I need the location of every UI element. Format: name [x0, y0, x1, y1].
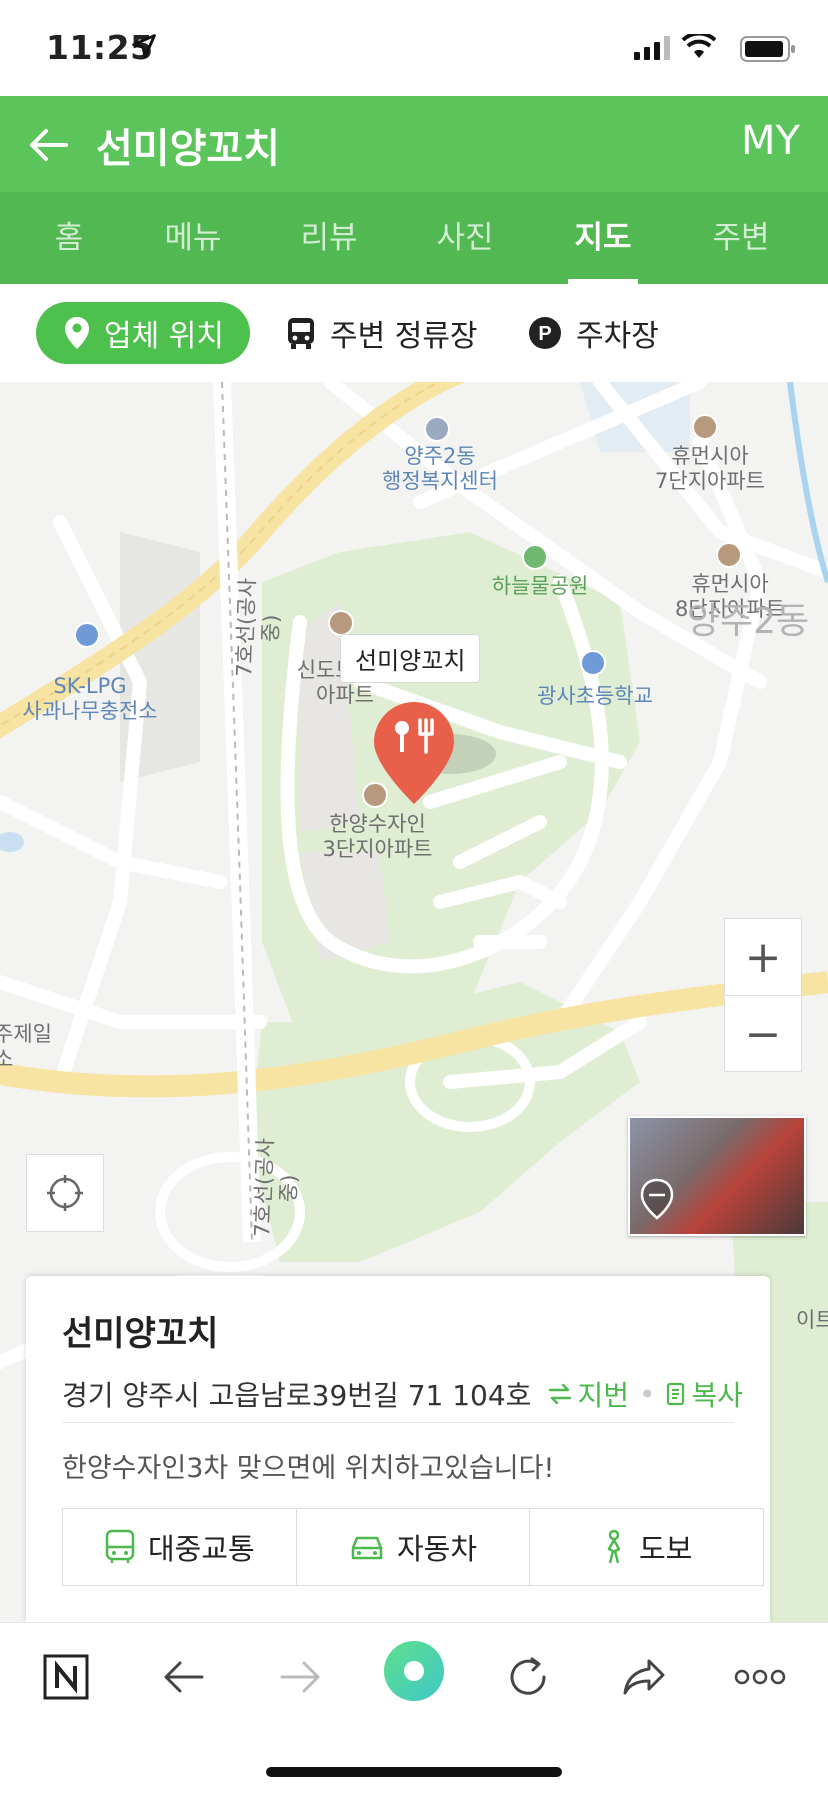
gas-station-icon: [74, 622, 100, 648]
government-office-icon: [424, 416, 450, 442]
signal-icon: [634, 36, 670, 60]
map-label-road: 7호선(공사중): [250, 1137, 302, 1238]
svg-text:P: P: [538, 323, 551, 345]
map-label-district: 양주2동: [686, 601, 810, 642]
park-icon: [522, 544, 548, 570]
tab-nearby[interactable]: 주변: [672, 192, 810, 284]
school-icon: [580, 650, 606, 676]
map-label-hyumun7: 휴먼시아 7단지아파트: [655, 444, 765, 493]
filter-place-location[interactable]: 업체 위치: [36, 302, 250, 364]
map-label-gwangsa-school: 광사초등학교: [537, 684, 653, 708]
apartment-icon: [716, 542, 742, 568]
my-button[interactable]: MY: [741, 118, 800, 164]
share-button[interactable]: [614, 1647, 674, 1707]
share-icon: [623, 1659, 665, 1695]
tab-menu[interactable]: 메뉴: [124, 192, 262, 284]
copy-icon: [667, 1382, 685, 1406]
route-label: 자동차: [396, 1532, 478, 1566]
route-car-button[interactable]: 자동차: [295, 1509, 530, 1585]
back-arrow-icon: [164, 1661, 204, 1693]
tab-review[interactable]: 리뷰: [260, 192, 398, 284]
pin-icon: [65, 317, 89, 349]
more-dots-icon: [734, 1669, 786, 1685]
forward-button[interactable]: [270, 1647, 330, 1707]
map-label-sk-lpg: SK-LPG 사과나무충전소: [22, 674, 158, 723]
battery-icon: [740, 36, 795, 62]
back-button[interactable]: [154, 1647, 214, 1707]
apartment-icon: [692, 414, 718, 440]
walk-icon: [607, 1529, 621, 1564]
wifi-icon: [682, 34, 716, 58]
place-name: 선미양꼬치: [62, 1314, 219, 1354]
filter-parking[interactable]: P 주차장: [528, 302, 659, 364]
tab-photo[interactable]: 사진: [396, 192, 534, 284]
map-label-edge-right: 이트: [796, 1308, 828, 1332]
lot-number-label: 지번: [577, 1379, 629, 1412]
crosshair-icon: [47, 1175, 83, 1211]
map-label-yangju2-office: 양주2동 행정복지센터: [382, 444, 498, 493]
copy-address-button[interactable]: 복사: [665, 1374, 743, 1414]
page-title: 선미양꼬치: [96, 126, 280, 172]
forward-arrow-icon: [280, 1661, 320, 1693]
route-label: 대중교통: [147, 1532, 255, 1566]
map-label-road: 7호선(공사중): [232, 577, 284, 678]
current-location-button[interactable]: [26, 1154, 104, 1232]
location-arrow-icon: [132, 34, 156, 58]
place-description: 한양수자인3차 맞으면에 위치하고있습니다!: [62, 1453, 555, 1484]
green-dot-button[interactable]: [382, 1639, 446, 1703]
restaurant-marker-icon[interactable]: [370, 700, 500, 820]
place-callout[interactable]: 선미양꼬치: [340, 634, 481, 683]
filter-bus-stops[interactable]: 주변 정류장: [286, 302, 478, 364]
home-indicator: [266, 1767, 562, 1777]
app-header: 선미양꼬치 MY: [0, 96, 828, 192]
map-filter-bar: 업체 위치 주변 정류장 P 주차장: [0, 284, 828, 383]
lot-number-button[interactable]: 지번: [547, 1374, 629, 1414]
place-info-card: 선미양꼬치 경기 양주시 고읍남로39번길 71 104호 지번 • 복사 한양…: [26, 1276, 770, 1622]
refresh-button[interactable]: [498, 1647, 558, 1707]
filter-label: 주차장: [576, 319, 659, 354]
zoom-in-button[interactable]: +: [725, 919, 801, 995]
more-menu-button[interactable]: [730, 1647, 790, 1707]
parking-icon: P: [529, 317, 561, 349]
tab-bar: 홈 메뉴 리뷰 사진 지도 주변: [0, 192, 828, 284]
back-arrow-icon[interactable]: [26, 122, 72, 168]
filter-label: 주변 정류장: [330, 319, 478, 354]
zoom-control: + −: [724, 918, 802, 1072]
tab-map[interactable]: 지도: [534, 192, 672, 284]
browser-toolbar: [0, 1622, 828, 1793]
apartment-icon: [328, 610, 354, 636]
bus-icon: [288, 318, 314, 349]
route-options: 대중교통 자동차 도보: [62, 1508, 764, 1586]
route-transit-button[interactable]: 대중교통: [63, 1509, 296, 1585]
tab-home[interactable]: 홈: [0, 192, 138, 284]
street-view-thumbnail[interactable]: [628, 1116, 806, 1236]
separator-dot: •: [638, 1377, 656, 1411]
green-dot-icon: [384, 1641, 444, 1701]
bus-icon: [105, 1529, 135, 1563]
divider: [62, 1422, 734, 1423]
filter-label: 업체 위치: [104, 319, 224, 354]
copy-label: 복사: [691, 1379, 744, 1412]
swap-arrows-icon: [549, 1383, 572, 1405]
refresh-icon: [510, 1657, 546, 1695]
map-label-haneul-park: 하늘물공원: [491, 574, 589, 598]
place-address-row: 경기 양주시 고읍남로39번길 71 104호 지번 • 복사: [62, 1374, 743, 1414]
zoom-out-button[interactable]: −: [725, 995, 801, 1072]
car-icon: [351, 1536, 383, 1560]
status-bar: 11:25: [0, 0, 828, 96]
route-walk-button[interactable]: 도보: [529, 1509, 763, 1585]
street-view-pin-icon: [640, 1178, 674, 1220]
route-label: 도보: [638, 1532, 693, 1566]
naver-home-button[interactable]: [36, 1647, 96, 1707]
naver-logo-icon: [43, 1654, 89, 1700]
place-address: 경기 양주시 고읍남로39번길 71 104호: [62, 1379, 532, 1412]
map-label-edge-left: 주제일 소: [0, 1022, 52, 1071]
